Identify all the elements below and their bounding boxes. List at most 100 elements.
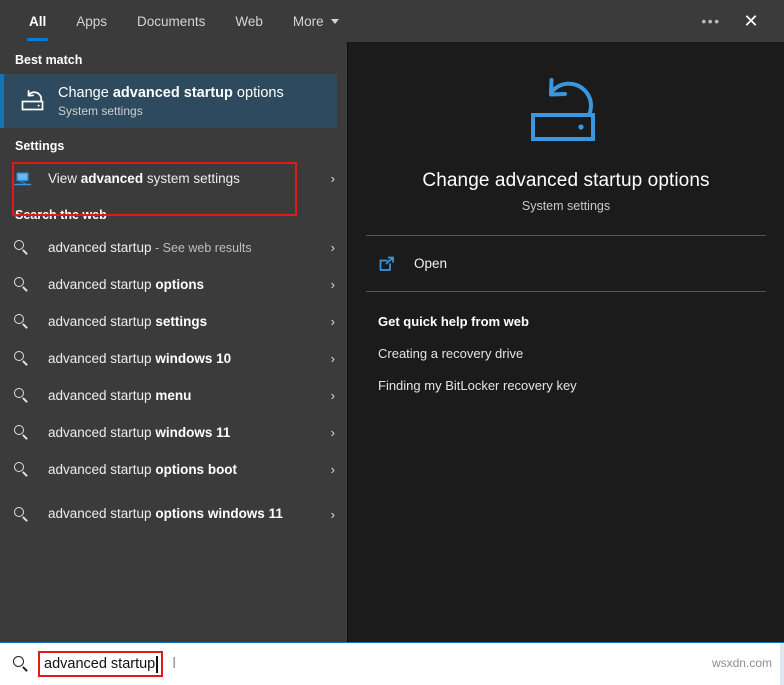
search-icon (14, 314, 42, 329)
open-external-icon (378, 255, 406, 273)
chevron-down-icon (330, 18, 339, 24)
web-suggestion-prefix: advanced startup (48, 424, 156, 440)
search-icon (14, 388, 42, 403)
web-suggestion-prefix: advanced startup (48, 387, 156, 403)
web-suggestion-label: advanced startup windows 10 (42, 350, 325, 368)
best-match-wrapper: Change advanced startup options System s… (0, 74, 347, 216)
recovery-drive-icon-large (348, 68, 784, 160)
chevron-right-icon[interactable]: › (331, 277, 335, 292)
search-icon (13, 656, 29, 672)
preview-subtitle: System settings (521, 199, 611, 213)
web-suggestion-label: advanced startup - See web results (42, 239, 325, 257)
results-list-panel: Best match Change advanced startup optio… (0, 42, 347, 642)
web-suggestion-prefix: advanced startup (48, 350, 156, 366)
quick-help-section: Get quick help from web Creating a recov… (348, 292, 784, 393)
preview-panel: Change advanced startup options System s… (347, 42, 784, 642)
best-match-title-prefix: Change (58, 85, 113, 101)
watermark: wsxdn.com (711, 656, 772, 670)
search-input-value: advanced startup (44, 656, 156, 672)
chevron-right-icon[interactable]: › (331, 388, 335, 403)
windows-search-window: All Apps Documents Web More ••• ✕ Best m… (0, 0, 784, 685)
web-suggestion-row[interactable]: advanced startup options › (0, 266, 347, 303)
open-action-button[interactable]: Open (348, 236, 784, 291)
web-suggestion-bold: settings (155, 313, 208, 329)
tab-documents-label: Documents (137, 13, 206, 29)
window-controls: ••• ✕ (694, 4, 784, 38)
settings-result-prefix: View (48, 170, 81, 186)
ellipsis-icon[interactable]: ••• (694, 4, 728, 38)
web-suggestion-bold: options boot (155, 461, 238, 477)
quick-help-link[interactable]: Finding my BitLocker recovery key (378, 378, 784, 393)
best-match-subtitle: System settings (58, 104, 143, 118)
web-suggestion-label: advanced startup options boot (42, 461, 325, 479)
web-suggestion-bold: options windows 11 (155, 506, 283, 521)
best-match-text: Change advanced startup options System s… (58, 84, 284, 118)
best-match-title-suffix: options (232, 85, 284, 101)
web-suggestion-row[interactable]: advanced startup windows 11 › (0, 414, 347, 451)
web-suggestion-label: advanced startup options (42, 276, 325, 294)
search-icon (14, 506, 42, 522)
close-glyph: ✕ (743, 11, 759, 31)
best-match-title: Change advanced startup options (58, 84, 284, 102)
chevron-right-icon[interactable]: › (331, 462, 335, 477)
best-match-result[interactable]: Change advanced startup options System s… (0, 74, 337, 128)
web-suggestion-row[interactable]: advanced startup menu › (0, 377, 347, 414)
chevron-right-icon[interactable]: › (331, 507, 335, 522)
search-icon (14, 277, 42, 292)
web-suggestion-prefix: advanced startup (48, 239, 152, 255)
close-icon[interactable]: ✕ (734, 4, 768, 38)
web-suggestion-bold: windows 10 (155, 350, 232, 366)
web-suggestion-dim: - See web results (151, 240, 252, 255)
web-suggestion-row[interactable]: advanced startup windows 10 › (0, 340, 347, 377)
web-suggestion-label: advanced startup menu (42, 387, 325, 405)
settings-header: Settings (15, 139, 65, 153)
tab-documents[interactable]: Documents (122, 0, 220, 42)
web-suggestion-label: advanced startup options windows 11 (42, 505, 325, 523)
tab-apps-label: Apps (76, 13, 108, 29)
search-icon (14, 425, 42, 440)
best-match-title-bold: advanced startup (112, 85, 233, 101)
tab-all[interactable]: All (14, 0, 61, 42)
tab-more[interactable]: More (278, 0, 354, 42)
web-suggestion-prefix: advanced startup (48, 506, 156, 521)
web-suggestion-row[interactable]: advanced startup - See web results › (0, 229, 347, 266)
chevron-right-icon[interactable]: › (331, 240, 335, 255)
preview-header: Change advanced startup options System s… (348, 42, 784, 213)
chevron-right-icon[interactable]: › (331, 351, 335, 366)
search-tab-bar: All Apps Documents Web More ••• ✕ (0, 0, 784, 42)
tab-web-label: Web (235, 13, 263, 29)
web-suggestion-label: advanced startup windows 11 (42, 424, 325, 442)
tab-web[interactable]: Web (220, 0, 278, 42)
recovery-drive-icon (14, 87, 52, 115)
search-icon (14, 462, 42, 477)
web-suggestion-prefix: advanced startup (48, 313, 156, 329)
quick-help-link[interactable]: Creating a recovery drive (378, 346, 784, 361)
web-suggestion-row[interactable]: advanced startup options boot › (0, 451, 347, 488)
web-suggestion-label: advanced startup settings (42, 313, 325, 331)
quick-help-header: Get quick help from web (378, 314, 529, 329)
computer-monitor-icon (14, 170, 42, 188)
preview-title: Change advanced startup options (422, 170, 710, 191)
web-suggestion-row[interactable]: advanced startup options windows 11 › (0, 488, 347, 540)
settings-result-view-advanced-system-settings[interactable]: View advanced system settings › (0, 160, 347, 197)
tab-list: All Apps Documents Web More (0, 0, 354, 42)
search-input[interactable]: advanced startup (38, 651, 163, 677)
taskbar-search-bar: advanced startup I wsxdn.com (0, 642, 784, 685)
web-suggestion-row[interactable]: advanced startup settings › (0, 303, 347, 340)
settings-result-suffix: system settings (143, 170, 240, 186)
web-suggestion-bold: windows 11 (155, 424, 231, 440)
tab-apps[interactable]: Apps (61, 0, 122, 42)
web-suggestion-prefix: advanced startup (48, 276, 156, 292)
text-caret (156, 655, 158, 673)
chevron-right-icon[interactable]: › (331, 425, 335, 440)
tab-all-label: All (29, 13, 47, 29)
tab-more-label: More (292, 13, 324, 29)
web-suggestion-bold: options (155, 276, 205, 292)
search-bar-right-edge (780, 643, 784, 685)
web-suggestion-prefix: advanced startup (48, 461, 156, 477)
chevron-right-icon[interactable]: › (331, 171, 335, 186)
chevron-right-icon[interactable]: › (331, 314, 335, 329)
settings-result-bold: advanced (80, 170, 144, 186)
web-suggestion-bold: menu (155, 387, 192, 403)
search-icon (14, 240, 42, 255)
